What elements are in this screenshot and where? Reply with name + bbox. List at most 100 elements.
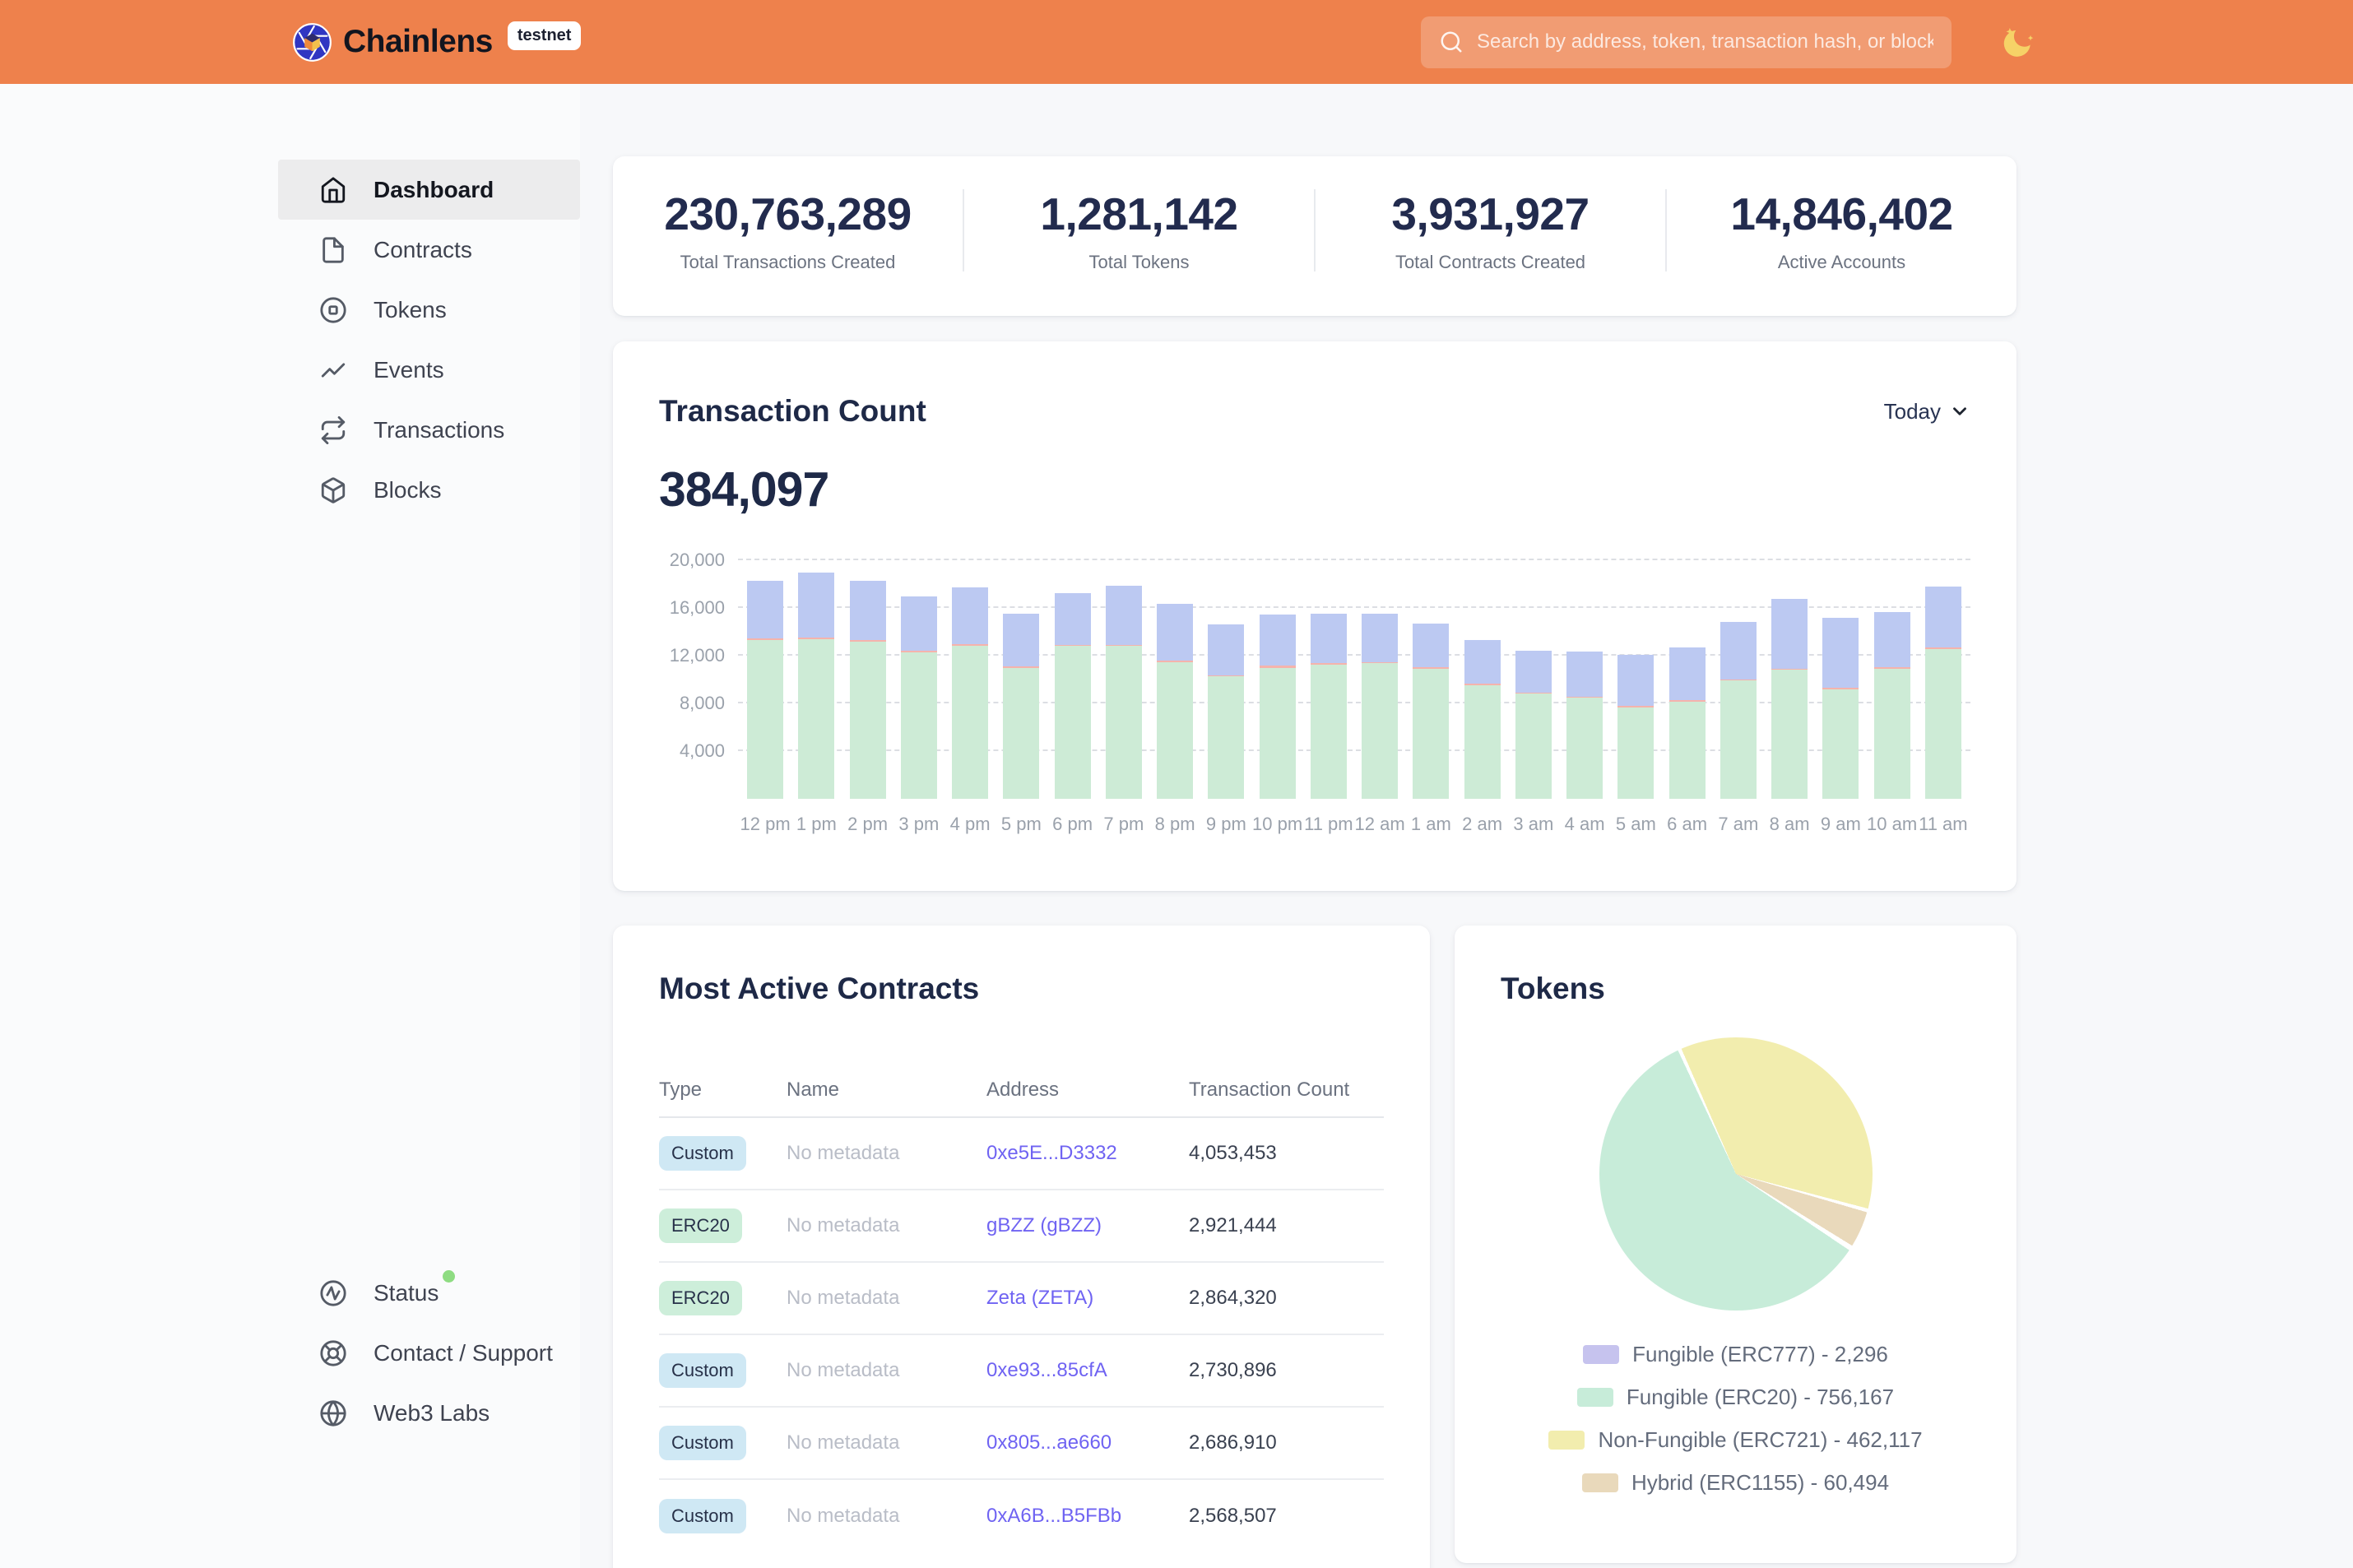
bar-segment-blue bbox=[1311, 614, 1347, 663]
date-range-value: Today bbox=[1884, 399, 1941, 424]
sidebar-item-blocks[interactable]: Blocks bbox=[278, 460, 580, 520]
sidebar-item-label: Status bbox=[374, 1280, 439, 1306]
contract-type-badge: ERC20 bbox=[659, 1281, 742, 1315]
tokens-pie-legend: Fungible (ERC777) - 2,296Fungible (ERC20… bbox=[1501, 1342, 1970, 1496]
bar-segment-green bbox=[1362, 663, 1398, 799]
bar-segment-blue bbox=[1260, 615, 1296, 666]
bar-segment-blue bbox=[1362, 614, 1398, 662]
brand-home-link[interactable]: Chainlens testnet bbox=[293, 23, 581, 62]
column-header-type: Type bbox=[659, 1079, 787, 1102]
legend-swatch bbox=[1548, 1431, 1585, 1450]
y-axis-tick: 16,000 bbox=[670, 597, 725, 619]
globe-icon bbox=[319, 1399, 347, 1427]
contract-address-link[interactable]: 0xe93...85cfA bbox=[986, 1359, 1189, 1382]
bar-4pm bbox=[944, 560, 996, 799]
legend-swatch bbox=[1583, 1345, 1619, 1364]
date-range-selector[interactable]: Today bbox=[1884, 399, 1970, 424]
contract-address-link[interactable]: Zeta (ZETA) bbox=[986, 1287, 1189, 1310]
bar-2am bbox=[1457, 560, 1508, 799]
sidebar-item-transactions[interactable]: Transactions bbox=[278, 400, 580, 460]
bar-segment-green bbox=[1566, 698, 1603, 799]
x-axis-tick: 4 pm bbox=[944, 814, 996, 835]
contract-address-link[interactable]: 0x805...ae660 bbox=[986, 1431, 1189, 1454]
top-bar: Chainlens testnet bbox=[0, 0, 2353, 84]
bar-12am bbox=[1354, 560, 1405, 799]
stat-value: 1,281,142 bbox=[1040, 188, 1237, 240]
contract-transaction-count: 2,730,896 bbox=[1189, 1359, 1384, 1382]
home-icon bbox=[319, 176, 347, 204]
transaction-count-card: Transaction Count Today 384,097 4,0008,0… bbox=[613, 341, 2017, 891]
contract-address-link[interactable]: gBZZ (gBZZ) bbox=[986, 1214, 1189, 1237]
x-axis-tick: 6 am bbox=[1662, 814, 1713, 835]
bar-segment-green bbox=[1003, 668, 1039, 800]
bar-1pm bbox=[791, 560, 842, 799]
sidebar-main-nav: Dashboard Contracts Tokens Events bbox=[0, 160, 580, 520]
contract-name: No metadata bbox=[787, 1359, 986, 1382]
contracts-table: Type Name Address Transaction Count Cust… bbox=[659, 1064, 1384, 1552]
bar-segment-blue bbox=[1617, 655, 1654, 707]
legend-label: Hybrid (ERC1155) - 60,494 bbox=[1631, 1470, 1889, 1496]
tokens-card: Tokens Fungible (ERC777) - 2,296Fungible… bbox=[1455, 925, 2017, 1563]
bar-segment-green bbox=[1311, 665, 1347, 799]
bar-segment-green bbox=[1208, 676, 1244, 799]
sidebar-item-status[interactable]: Status bbox=[278, 1263, 580, 1323]
search-input[interactable] bbox=[1477, 30, 1933, 53]
bar-segment-green bbox=[952, 646, 988, 799]
x-axis-tick: 11 am bbox=[1918, 814, 1969, 835]
sidebar-item-dashboard[interactable]: Dashboard bbox=[278, 160, 580, 220]
tokens-title: Tokens bbox=[1501, 972, 1970, 1006]
x-axis-tick: 11 pm bbox=[1303, 814, 1354, 835]
sidebar-item-web3-labs[interactable]: Web3 Labs bbox=[278, 1383, 580, 1443]
x-axis-tick: 5 am bbox=[1610, 814, 1661, 835]
sidebar-item-tokens[interactable]: Tokens bbox=[278, 280, 580, 340]
chart-y-axis: 4,0008,00012,00016,00020,000 bbox=[659, 560, 725, 799]
x-axis-tick: 10 pm bbox=[1252, 814, 1303, 835]
tokens-pie-chart bbox=[1599, 1037, 1873, 1311]
status-ok-dot bbox=[443, 1270, 455, 1283]
x-axis-tick: 1 pm bbox=[791, 814, 842, 835]
transaction-count-total: 384,097 bbox=[659, 462, 1970, 517]
disc-icon bbox=[319, 296, 347, 324]
sidebar: Dashboard Contracts Tokens Events bbox=[0, 84, 580, 1568]
cube-icon bbox=[319, 476, 347, 504]
bar-segment-green bbox=[1464, 685, 1501, 799]
chevron-down-icon bbox=[1949, 401, 1970, 422]
sidebar-item-contracts[interactable]: Contracts bbox=[278, 220, 580, 280]
most-active-contracts-card: Most Active Contracts Type Name Address … bbox=[613, 925, 1430, 1568]
bar-segment-green bbox=[1157, 662, 1193, 799]
contract-type-badge: Custom bbox=[659, 1353, 746, 1388]
global-search[interactable] bbox=[1421, 16, 1952, 68]
contract-row: ERC20No metadataZeta (ZETA)2,864,320 bbox=[659, 1263, 1384, 1335]
contract-transaction-count: 2,921,444 bbox=[1189, 1214, 1384, 1237]
column-header-name: Name bbox=[787, 1079, 986, 1102]
contract-address-link[interactable]: 0xe5E...D3332 bbox=[986, 1142, 1189, 1165]
stat-label: Active Accounts bbox=[1778, 252, 1905, 273]
contract-transaction-count: 2,864,320 bbox=[1189, 1287, 1384, 1310]
activity-icon bbox=[319, 356, 347, 384]
chainlens-logo-icon bbox=[293, 23, 332, 62]
stat-label: Total Tokens bbox=[1089, 252, 1190, 273]
x-axis-tick: 3 pm bbox=[893, 814, 944, 835]
bar-segment-blue bbox=[798, 573, 834, 638]
contract-transaction-count: 2,686,910 bbox=[1189, 1431, 1384, 1454]
sidebar-item-events[interactable]: Events bbox=[278, 340, 580, 400]
dark-mode-toggle[interactable] bbox=[1999, 24, 2035, 60]
bar-3am bbox=[1508, 560, 1559, 799]
sidebar-item-contact-support[interactable]: Contact / Support bbox=[278, 1323, 580, 1383]
bar-12pm bbox=[740, 560, 791, 799]
network-stats-card: 230,763,289 Total Transactions Created 1… bbox=[613, 156, 2017, 316]
x-axis-tick: 9 pm bbox=[1200, 814, 1251, 835]
x-axis-tick: 7 pm bbox=[1098, 814, 1149, 835]
contract-address-link[interactable]: 0xA6B...B5FBb bbox=[986, 1505, 1189, 1528]
sidebar-item-label: Tokens bbox=[374, 297, 447, 323]
bar-5am bbox=[1610, 560, 1661, 799]
bar-10pm bbox=[1252, 560, 1303, 799]
x-axis-tick: 12 am bbox=[1354, 814, 1405, 835]
chart-plot-area bbox=[738, 560, 1970, 799]
bar-segment-green bbox=[1822, 689, 1859, 799]
bar-segment-blue bbox=[1669, 647, 1706, 700]
y-axis-tick: 12,000 bbox=[670, 645, 725, 666]
x-axis-tick: 4 am bbox=[1559, 814, 1610, 835]
bar-segment-green bbox=[850, 642, 886, 799]
stat-total-contracts: 3,931,927 Total Contracts Created bbox=[1316, 188, 1665, 273]
